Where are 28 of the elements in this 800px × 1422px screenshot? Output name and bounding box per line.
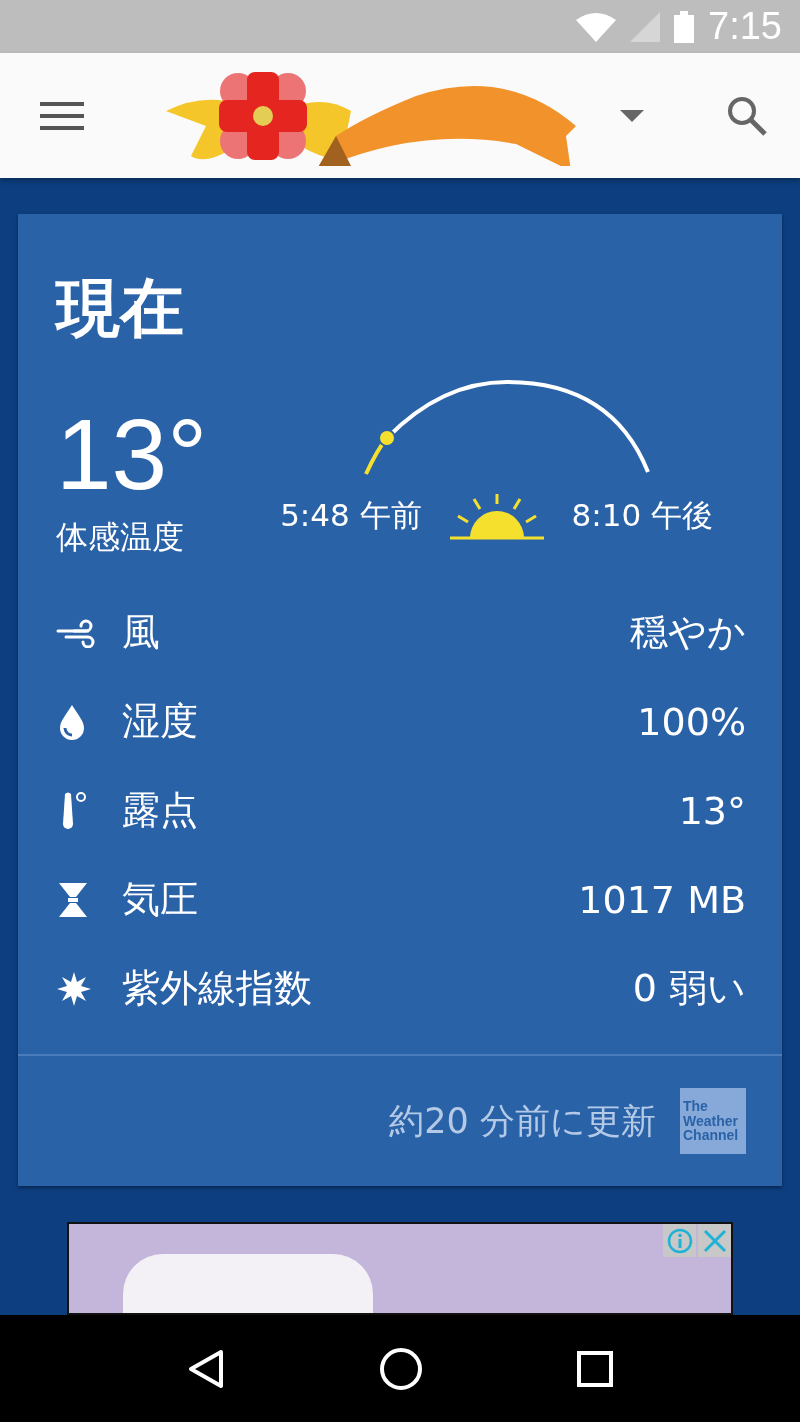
search-button[interactable]: [726, 94, 768, 137]
sun-horizon-icon: [449, 492, 544, 540]
wifi-icon: [576, 11, 617, 42]
detail-value: 1017 MB: [578, 877, 746, 922]
detail-label: 露点: [122, 787, 199, 834]
sunset-time: 8:10 午後: [571, 496, 714, 535]
menu-button[interactable]: [40, 101, 84, 130]
home-button[interactable]: [379, 1346, 423, 1391]
detail-value: 穏やか: [630, 609, 746, 656]
card-title: 現在: [56, 270, 185, 340]
detail-label: 風: [122, 609, 161, 656]
temperature: 13°: [56, 404, 208, 504]
recents-button[interactable]: [577, 1350, 613, 1387]
updated-time: 約20 分前に更新: [389, 1099, 656, 1143]
clock-time: 7:15: [708, 5, 782, 48]
detail-label: 紫外線指数: [122, 965, 313, 1012]
sunrise-time: 5:48 午前: [280, 496, 422, 535]
cell-signal-icon: [630, 11, 661, 42]
back-button[interactable]: [187, 1348, 225, 1389]
detail-value: 13°: [678, 788, 746, 833]
provider-logo: The Weather Channel: [680, 1088, 746, 1154]
detail-value: 100%: [637, 699, 746, 744]
detail-label: 気圧: [122, 876, 199, 923]
feels-like-label: 体感温度: [56, 517, 185, 558]
dropdown-button[interactable]: [620, 109, 644, 122]
detail-value: 0 弱い: [632, 965, 746, 1012]
battery-icon: [674, 10, 695, 43]
detail-label: 湿度: [122, 698, 199, 745]
